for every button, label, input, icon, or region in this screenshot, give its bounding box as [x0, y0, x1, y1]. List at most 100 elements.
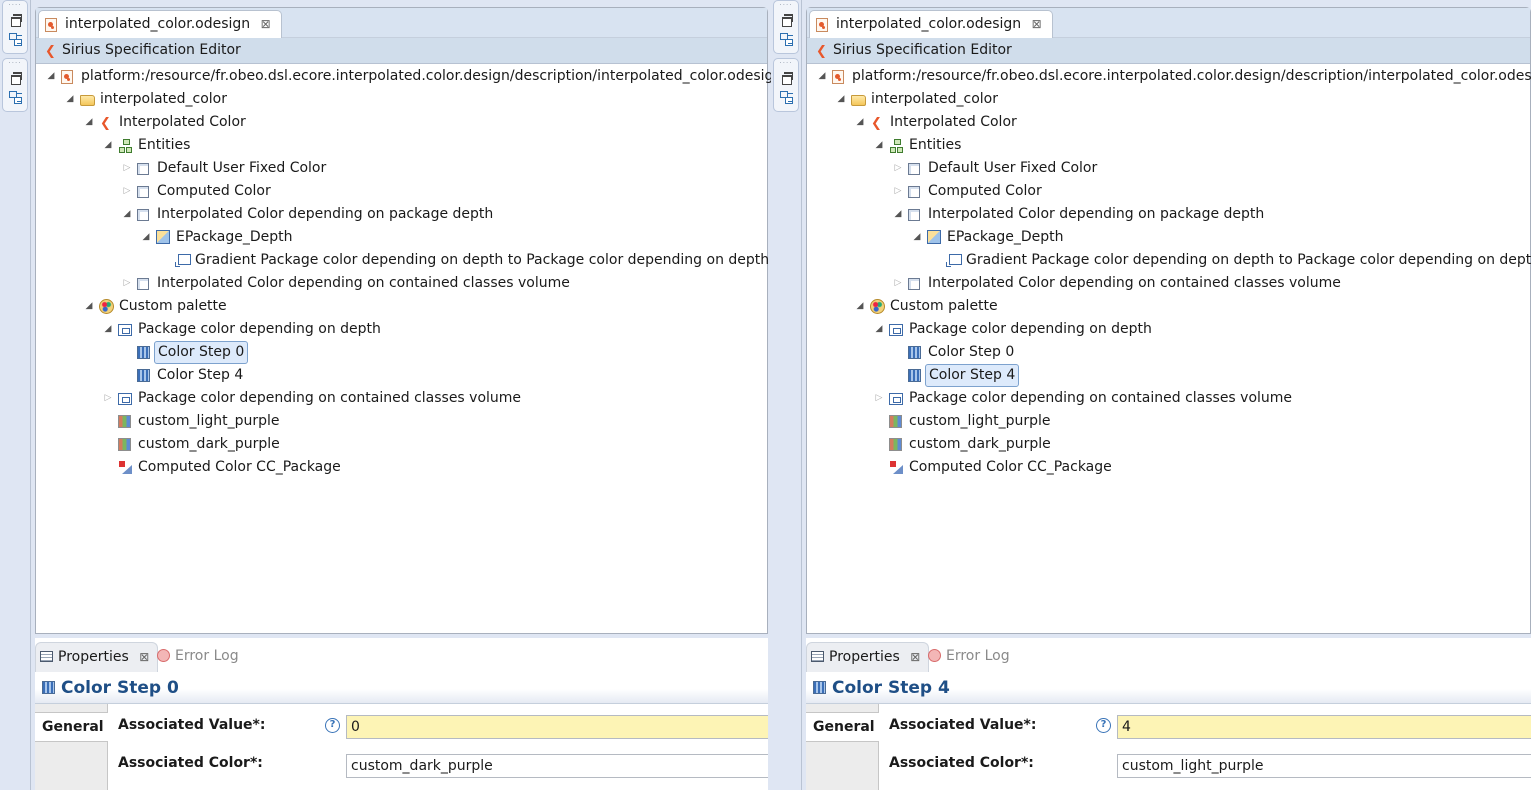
- tab-properties[interactable]: Properties ⊠: [35, 642, 159, 672]
- drag-grip[interactable]: ····: [3, 59, 27, 67]
- collapse-arrow-icon[interactable]: ◢: [46, 65, 56, 88]
- tree-item[interactable]: ◢ Entities: [807, 134, 1530, 157]
- expand-arrow-icon[interactable]: ▷: [874, 387, 884, 410]
- collapse-arrow-icon[interactable]: ◢: [874, 134, 884, 157]
- tree-item[interactable]: ◢ Package color depending on depth: [807, 318, 1530, 341]
- collapse-arrow-icon[interactable]: ◢: [84, 111, 94, 134]
- tree-item[interactable]: ▷ Computed Color: [36, 180, 767, 203]
- collapse-arrow-icon[interactable]: ◢: [141, 226, 151, 249]
- tree-item[interactable]: ◢ interpolated_color: [807, 88, 1530, 111]
- tab-error-log[interactable]: Error Log: [926, 642, 1010, 672]
- tree-item[interactable]: ◢ platform:/resource/fr.obeo.dsl.ecore.in…: [36, 65, 782, 88]
- tree-item[interactable]: ◢ platform:/resource/fr.obeo.dsl.ecore.in…: [807, 65, 1531, 88]
- drag-grip[interactable]: ····: [3, 1, 27, 9]
- tree-item-label: Color Step 4: [925, 364, 1020, 387]
- tree-item[interactable]: ▷ Interpolated Color depending on contain…: [36, 272, 767, 295]
- collapse-arrow-icon[interactable]: ◢: [84, 295, 94, 318]
- tree-item[interactable]: Computed Color CC_Package: [36, 456, 767, 479]
- associated-value-input[interactable]: 4: [1117, 715, 1531, 739]
- collapse-arrow-icon[interactable]: ◢: [122, 203, 132, 226]
- tree-item[interactable]: Color Step 4: [36, 364, 767, 387]
- collapse-arrow-icon[interactable]: ◢: [874, 318, 884, 341]
- tree-item[interactable]: ◢ Interpolated Color depending on package…: [807, 203, 1530, 226]
- associated-color-input[interactable]: custom_light_purple: [1117, 754, 1531, 778]
- model-explorer-icon[interactable]: [7, 89, 23, 105]
- outline-view-icon[interactable]: [7, 31, 23, 47]
- tree-item[interactable]: ◢ Custom palette: [807, 295, 1530, 318]
- expand-arrow-icon[interactable]: ▷: [893, 272, 903, 295]
- expand-arrow-icon[interactable]: ▷: [122, 180, 132, 203]
- tree-item[interactable]: ◢ Interpolated Color: [36, 111, 767, 135]
- associated-value-input[interactable]: 0: [346, 715, 768, 739]
- tree-item[interactable]: Color Step 4: [807, 364, 1530, 387]
- tree-item[interactable]: ▷ Package color depending on contained cl…: [36, 387, 767, 410]
- tree-item[interactable]: Computed Color CC_Package: [807, 456, 1530, 479]
- collapse-arrow-icon[interactable]: ◢: [103, 134, 113, 157]
- tree-item[interactable]: custom_light_purple: [807, 410, 1530, 433]
- restore-icon[interactable]: [778, 70, 794, 86]
- collapse-arrow-icon[interactable]: ◢: [836, 88, 846, 111]
- tree-item-label: Custom palette: [890, 298, 998, 314]
- collapse-arrow-icon[interactable]: ◢: [855, 111, 865, 134]
- palette-icon: [99, 299, 114, 314]
- tree-item[interactable]: ◢ Interpolated Color: [807, 111, 1530, 135]
- interpolated-color-icon: [118, 393, 132, 405]
- restore-icon[interactable]: [778, 12, 794, 28]
- tree-item[interactable]: ◢ Package color depending on depth: [36, 318, 767, 341]
- associated-color-input[interactable]: custom_dark_purple: [346, 754, 768, 778]
- restore-icon[interactable]: [7, 12, 23, 28]
- tree-item[interactable]: ◢ EPackage_Depth: [36, 226, 767, 249]
- drag-grip[interactable]: ····: [774, 59, 798, 67]
- associated-color-label: Associated Color*:: [889, 755, 1034, 771]
- restore-icon[interactable]: [7, 70, 23, 86]
- tree-item[interactable]: custom_dark_purple: [807, 433, 1530, 456]
- tree-item[interactable]: ▷ Interpolated Color depending on contain…: [807, 272, 1530, 295]
- expand-arrow-icon[interactable]: ▷: [122, 157, 132, 180]
- collapse-arrow-icon[interactable]: ◢: [912, 226, 922, 249]
- drag-grip[interactable]: ····: [774, 1, 798, 9]
- tree-item[interactable]: ▷ Package color depending on contained cl…: [807, 387, 1530, 410]
- tree-item[interactable]: Color Step 0: [807, 341, 1530, 364]
- collapse-arrow-icon[interactable]: ◢: [103, 318, 113, 341]
- tree-item[interactable]: custom_dark_purple: [36, 433, 767, 456]
- tree-item[interactable]: ▷ Computed Color: [807, 180, 1530, 203]
- tree-item[interactable]: Color Step 0: [36, 341, 767, 364]
- editor-tab[interactable]: interpolated_color.odesign ⊠: [38, 10, 282, 39]
- tree-item[interactable]: custom_light_purple: [36, 410, 767, 433]
- close-icon[interactable]: ⊠: [910, 643, 920, 672]
- tree-item[interactable]: ◢ Custom palette: [36, 295, 767, 318]
- side-tab-general[interactable]: General: [806, 712, 879, 742]
- odesign-file-icon: [816, 18, 828, 32]
- properties-body: General Associated Value*: ? 0 Associate…: [35, 704, 768, 790]
- tree-item[interactable]: ◢ EPackage_Depth: [807, 226, 1530, 249]
- tree-item-label: Custom palette: [119, 298, 227, 314]
- close-icon[interactable]: ⊠: [139, 643, 149, 672]
- tree-item[interactable]: ▷ Default User Fixed Color: [36, 157, 767, 180]
- tree-item[interactable]: Gradient Package color depending on dept…: [807, 249, 1531, 272]
- tree-item[interactable]: ▷ Default User Fixed Color: [807, 157, 1530, 180]
- outline-view-icon[interactable]: [778, 31, 794, 47]
- collapse-arrow-icon[interactable]: ◢: [893, 203, 903, 226]
- expand-arrow-icon[interactable]: ▷: [103, 387, 113, 410]
- editor-tab[interactable]: interpolated_color.odesign ⊠: [809, 10, 1053, 39]
- color-step-icon: [137, 369, 150, 382]
- collapse-arrow-icon[interactable]: ◢: [817, 65, 827, 88]
- tree-item[interactable]: ◢ Interpolated Color depending on package…: [36, 203, 767, 226]
- tree-item[interactable]: Gradient Package color depending on dept…: [36, 249, 769, 272]
- expand-arrow-icon[interactable]: ▷: [893, 180, 903, 203]
- expand-arrow-icon[interactable]: ▷: [122, 272, 132, 295]
- help-icon[interactable]: ?: [1096, 718, 1111, 733]
- collapse-arrow-icon[interactable]: ◢: [65, 88, 75, 111]
- tree-item[interactable]: ◢ Entities: [36, 134, 767, 157]
- close-icon[interactable]: ⊠: [1032, 11, 1042, 38]
- tab-properties[interactable]: Properties ⊠: [806, 642, 930, 672]
- help-icon[interactable]: ?: [325, 718, 340, 733]
- properties-title: Color Step 4: [806, 672, 1531, 704]
- close-icon[interactable]: ⊠: [261, 11, 271, 38]
- tab-error-log[interactable]: Error Log: [155, 642, 239, 672]
- collapse-arrow-icon[interactable]: ◢: [855, 295, 865, 318]
- model-explorer-icon[interactable]: [778, 89, 794, 105]
- tree-item[interactable]: ◢ interpolated_color: [36, 88, 767, 111]
- side-tab-general[interactable]: General: [35, 712, 108, 742]
- expand-arrow-icon[interactable]: ▷: [893, 157, 903, 180]
